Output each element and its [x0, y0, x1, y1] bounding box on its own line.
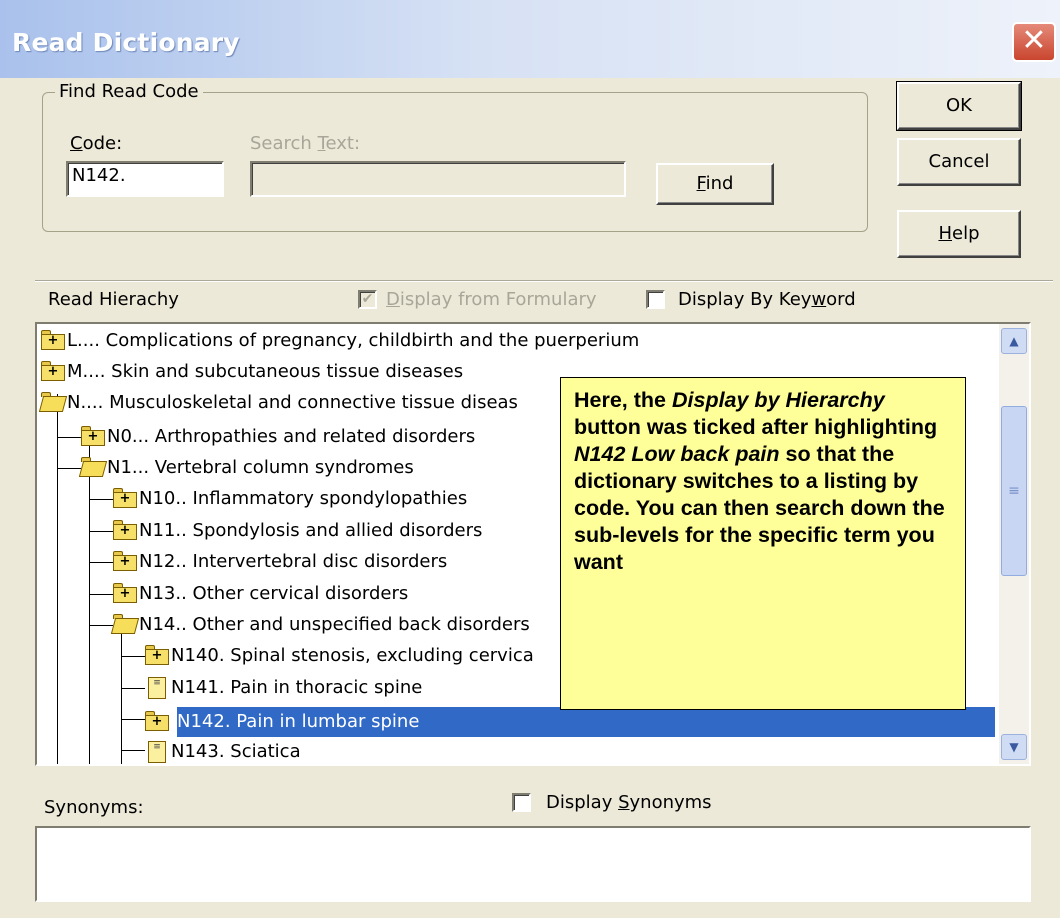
tree-scrollbar[interactable]: ▲ ≡ ▼: [999, 324, 1029, 764]
check-icon: ✔: [361, 291, 374, 307]
scroll-down-icon[interactable]: ▼: [1001, 734, 1027, 760]
folder-plus-icon: +: [41, 361, 65, 383]
display-by-keyword-label: Display By Keyword: [678, 289, 856, 310]
tree-line: [89, 499, 113, 500]
display-from-formulary-checkbox[interactable]: ✔: [358, 290, 377, 309]
folder-plus-icon: +: [145, 645, 169, 667]
tree-line: [57, 394, 58, 764]
tree-line: [121, 719, 145, 720]
tree-line: [121, 688, 145, 689]
code-input[interactable]: N142.: [66, 161, 224, 197]
folder-plus-icon: +: [113, 551, 137, 573]
read-hierarchy-label: Read Hierachy: [48, 289, 179, 310]
window-title: Read Dictionary: [12, 28, 240, 57]
cancel-button[interactable]: Cancel: [897, 138, 1021, 186]
group-legend: Find Read Code: [55, 81, 203, 102]
search-text-label: Search Text:: [250, 133, 361, 154]
synonyms-list[interactable]: [35, 826, 1031, 902]
tree-line: [121, 656, 145, 657]
find-button[interactable]: Find: [656, 163, 774, 205]
folder-plus-icon: +: [113, 520, 137, 542]
folder-plus-icon: +: [81, 426, 105, 448]
title-bar: Read Dictionary ✕: [0, 0, 1060, 78]
scroll-up-icon[interactable]: ▲: [1001, 328, 1027, 354]
document-icon: ≡: [148, 677, 166, 699]
tree-line: [57, 437, 81, 438]
document-icon: ≡: [148, 741, 166, 763]
display-synonyms-label: Display Synonyms: [546, 792, 712, 813]
display-from-formulary-label: Display from Formulary: [386, 289, 597, 310]
folder-plus-icon: +: [113, 488, 137, 510]
scroll-thumb[interactable]: ≡: [1001, 406, 1027, 576]
help-button[interactable]: Help: [897, 210, 1021, 258]
code-label: Code:: [70, 133, 123, 154]
tree-line: [89, 594, 113, 595]
folder-plus-icon: +: [41, 330, 65, 352]
ok-button[interactable]: OK: [896, 81, 1022, 131]
folder-open-icon: [38, 392, 68, 414]
folder-plus-icon: +: [113, 583, 137, 605]
tree-line: [57, 468, 81, 469]
tree-line: [121, 628, 122, 764]
close-button[interactable]: ✕: [1012, 22, 1056, 62]
separator: [35, 280, 1053, 282]
display-synonyms-checkbox[interactable]: [512, 793, 531, 812]
folder-open-icon: [110, 614, 140, 636]
search-text-input[interactable]: [250, 161, 626, 197]
tree-line: [89, 440, 90, 764]
folder-plus-icon: +: [145, 711, 169, 733]
folder-open-icon: [78, 457, 108, 479]
display-by-keyword-checkbox[interactable]: [646, 290, 665, 309]
tree-line: [89, 625, 113, 626]
annotation-callout: Here, the Display by Hierarchy button wa…: [560, 377, 966, 710]
close-icon: ✕: [1021, 23, 1047, 58]
tree-line: [89, 531, 113, 532]
synonyms-label: Synonyms:: [44, 797, 144, 818]
tree-line: [121, 750, 145, 751]
tree-line: [89, 562, 113, 563]
